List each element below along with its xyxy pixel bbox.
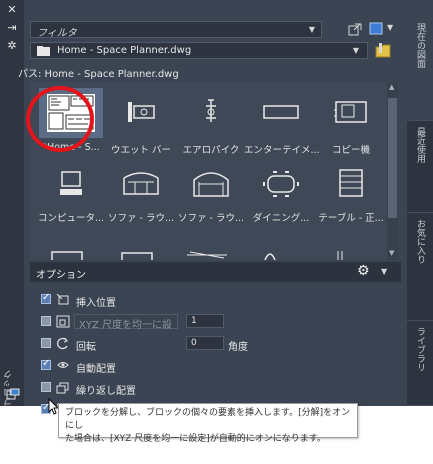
block-tile-label: コンピュータ...: [37, 213, 105, 224]
path-label: パス: Home - Space Planner.dwg: [18, 69, 179, 80]
block-tile-label: テーブル - 正...: [318, 213, 384, 224]
chevron-down-icon[interactable]: ▼: [353, 46, 359, 55]
dining-icon: [263, 171, 299, 197]
block-tile-label: エンターテイメ...: [244, 145, 320, 156]
properties-icon[interactable]: ✲: [6, 40, 18, 52]
palette-side-tabs: 現在の図面 最近使用 お気に入り ライブラリ: [407, 17, 433, 406]
tab-label: ライブラリ: [415, 327, 425, 372]
auto-place-checkbox[interactable]: [41, 358, 51, 370]
block-tile-label: コピー機: [331, 145, 370, 156]
scale-icon: [56, 315, 70, 328]
insertion-point-checkbox[interactable]: [41, 292, 51, 304]
option-rotation: 回転 0 角度: [30, 335, 401, 353]
block-grid-row-partial: [51, 251, 343, 260]
block-tile-label: ウエット バー: [110, 145, 172, 156]
tab-recent[interactable]: 最近使用: [407, 121, 433, 213]
rotation-unit-label: 角度: [228, 342, 248, 353]
option-auto-place: 自動配置: [30, 357, 401, 375]
selection-highlight-circle: [26, 86, 94, 152]
copier-icon: [334, 101, 367, 123]
autohide-icon[interactable]: ⇥: [6, 22, 18, 34]
options-header[interactable]: オプション ⚙ ▼: [30, 262, 401, 282]
auto-place-icon: [57, 362, 69, 368]
sofa-lounge-icon: [123, 172, 159, 195]
entertainment-icon: [263, 105, 299, 119]
tab-label: お気に入り: [415, 219, 425, 264]
folder-icon: [37, 46, 50, 56]
filter-placeholder: フィルタ: [37, 28, 77, 39]
view-mode-icon[interactable]: [369, 22, 384, 35]
tab-favorites[interactable]: お気に入り: [407, 213, 433, 321]
import-block-icon[interactable]: [348, 22, 363, 36]
insertion-point-label: 挿入位置: [76, 298, 116, 309]
table-icon: [339, 169, 363, 197]
insertion-point-icon: [56, 293, 69, 305]
tooltip-line-1: ブロックを分解し、ブロックの個々の要素を挿入します。[分解]をオンにし: [65, 408, 351, 431]
block-tile-entertainment[interactable]: エンターテイメ...: [244, 88, 320, 156]
wet-bar-icon: [128, 102, 155, 122]
block-tile-label: ダイニング...: [252, 213, 310, 224]
option-uniform-scale: XYZ 尺度を均一に設 1: [30, 313, 401, 331]
uniform-scale-label: XYZ 尺度を均一に設: [79, 320, 172, 331]
repeat-place-label: 繰り返し配置: [76, 386, 136, 397]
tab-label: 最近使用: [415, 127, 425, 163]
repeat-place-checkbox[interactable]: [41, 382, 51, 392]
close-icon[interactable]: ✕: [6, 4, 18, 16]
palette-body: フィルタ ▼ ▼ Home - Space Planner.dwg ▼ パス: …: [18, 17, 401, 419]
view-mode-chevron-icon[interactable]: ▼: [387, 23, 393, 32]
block-tile-wet-bar[interactable]: ウエット バー: [104, 88, 178, 156]
tooltip-line-2: た場合は、[XYZ 尺度を均一に設定]が自動的にオンになります。: [65, 434, 326, 444]
block-tile-sofa-lounge[interactable]: ソファ - ラウ...: [104, 162, 178, 224]
computer-icon: [60, 171, 82, 195]
option-insertion-point: 挿入位置: [30, 291, 401, 309]
block-tile-computer[interactable]: コンピュータ...: [34, 162, 108, 224]
gear-icon[interactable]: ⚙: [357, 263, 370, 279]
options-chevron-icon[interactable]: ▼: [381, 267, 387, 276]
repeat-place-icon: [56, 382, 69, 394]
block-tile-aerobike[interactable]: エアロパイク: [174, 88, 248, 156]
tab-current-drawing[interactable]: 現在の図面: [407, 17, 433, 121]
sofa-lounge-icon-2: [193, 172, 229, 197]
file-combo-value: Home - Space Planner.dwg: [57, 45, 192, 56]
aerobike-icon: [206, 99, 216, 122]
browse-folder-icon[interactable]: [374, 42, 394, 59]
block-tile-label: エアロパイク: [182, 145, 240, 156]
block-icon: [6, 388, 20, 400]
block-grid-scrollbar[interactable]: ▲ ▼: [387, 82, 398, 260]
file-combo[interactable]: Home - Space Planner.dwg ▼: [30, 42, 368, 59]
scrollbar-thumb[interactable]: [388, 98, 397, 218]
scroll-down-icon[interactable]: ▼: [389, 249, 394, 257]
rotation-value-input[interactable]: 0: [186, 336, 224, 350]
block-tile-dining[interactable]: ダイニング...: [244, 162, 318, 224]
options-title: オプション: [36, 270, 86, 281]
chevron-down-icon[interactable]: ▼: [309, 25, 315, 34]
rotate-icon: [57, 337, 68, 350]
tab-libraries[interactable]: ライブラリ: [407, 321, 433, 406]
palette-titlebar: ✕ ⇥ ✲ ブロック: [0, 0, 24, 406]
auto-place-label: 自動配置: [76, 364, 116, 375]
block-tile-copier[interactable]: コピー機: [314, 88, 388, 156]
scale-value-input[interactable]: 1: [186, 314, 224, 328]
blocks-palette: ✕ ⇥ ✲ ブロック フィルタ ▼ ▼ Home - Space Planner…: [0, 0, 433, 419]
uniform-scale-checkbox[interactable]: [41, 316, 51, 326]
block-tile-label: ソファ - ラウ...: [177, 213, 245, 224]
option-repeat-place: 繰り返し配置: [30, 379, 401, 397]
filter-input[interactable]: フィルタ ▼: [30, 21, 322, 39]
rotation-checkbox[interactable]: [41, 338, 51, 348]
tab-label: 現在の図面: [415, 23, 425, 68]
block-tile-label: ソファ - ラウ...: [107, 213, 175, 224]
block-tile-sofa-lounge-2[interactable]: ソファ - ラウ...: [174, 162, 248, 224]
scroll-up-icon[interactable]: ▲: [389, 83, 394, 91]
explode-tooltip: ブロックを分解し、ブロックの個々の要素を挿入します。[分解]をオンにし た場合は…: [58, 403, 358, 444]
block-tile-table[interactable]: テーブル - 正...: [314, 162, 388, 224]
uniform-scale-field[interactable]: XYZ 尺度を均一に設: [74, 314, 178, 331]
rotation-label: 回転: [76, 342, 96, 353]
